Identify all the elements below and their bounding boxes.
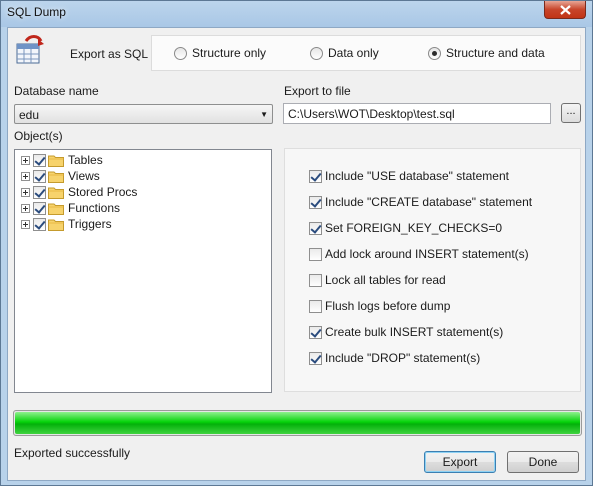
option-label: Add lock around INSERT statement(s): [325, 247, 529, 261]
option-checkbox[interactable]: [309, 169, 322, 183]
radio-data-only[interactable]: Data only: [310, 46, 379, 60]
sql-dump-window: SQL Dump Export as SQL Structure only Da…: [0, 0, 593, 486]
tree-checkbox[interactable]: [33, 185, 46, 199]
tree-item-label: Triggers: [68, 217, 112, 231]
tree-item-views[interactable]: Views: [21, 168, 100, 184]
option-label: Include "USE database" statement: [325, 169, 509, 183]
tree-item-tables[interactable]: Tables: [21, 152, 103, 168]
option-label: Set FOREIGN_KEY_CHECKS=0: [325, 221, 503, 235]
expand-icon[interactable]: [21, 187, 30, 197]
radio-label: Structure and data: [446, 46, 545, 60]
objects-tree[interactable]: Tables Views Stored Procs Functions Trig…: [14, 149, 272, 393]
window-title: SQL Dump: [7, 5, 66, 19]
tree-item-label: Views: [68, 169, 100, 183]
option-add-lock-around-insert[interactable]: Add lock around INSERT statement(s): [309, 247, 529, 261]
radio-label: Structure only: [192, 46, 267, 60]
status-text: Exported successfully: [14, 446, 131, 460]
option-include-drop[interactable]: Include "DROP" statement(s): [309, 351, 480, 365]
radio-indicator-selected: [428, 46, 441, 60]
option-label: Flush logs before dump: [325, 299, 451, 313]
option-checkbox[interactable]: [309, 195, 322, 209]
export-progress-bar: [13, 410, 582, 436]
database-export-icon: [16, 35, 44, 64]
option-label: Include "CREATE database" statement: [325, 195, 533, 209]
export-as-label: Export as SQL: [70, 47, 149, 61]
export-type-radio-group: Structure only Data only Structure and d…: [151, 35, 581, 71]
option-label: Create bulk INSERT statement(s): [325, 325, 504, 339]
tree-checkbox[interactable]: [33, 201, 46, 215]
dialog-body: Export as SQL Structure only Data only S…: [7, 27, 586, 481]
option-checkbox[interactable]: [309, 273, 322, 287]
folder-icon: [48, 203, 64, 215]
option-checkbox[interactable]: [309, 247, 322, 261]
option-bulk-insert[interactable]: Create bulk INSERT statement(s): [309, 325, 503, 339]
close-button[interactable]: [544, 1, 586, 19]
radio-structure-only[interactable]: Structure only: [174, 46, 266, 60]
expand-icon[interactable]: [21, 203, 30, 213]
database-selected-value: edu: [19, 108, 40, 122]
radio-indicator: [174, 46, 187, 60]
option-checkbox[interactable]: [309, 221, 322, 235]
option-checkbox[interactable]: [309, 325, 322, 339]
browse-button[interactable]: ...: [561, 103, 581, 123]
expand-icon[interactable]: [21, 155, 30, 165]
folder-icon: [48, 219, 64, 231]
export-file-path-input[interactable]: C:\Users\WOT\Desktop\test.sql: [283, 103, 551, 124]
radio-structure-and-data[interactable]: Structure and data: [428, 46, 545, 60]
radio-indicator: [310, 46, 323, 60]
option-include-use-database[interactable]: Include "USE database" statement: [309, 169, 509, 183]
done-button[interactable]: Done: [507, 451, 579, 473]
progress-fill: [15, 412, 580, 434]
radio-label: Data only: [328, 46, 379, 60]
folder-icon: [48, 187, 64, 199]
option-lock-all-tables[interactable]: Lock all tables for read: [309, 273, 446, 287]
objects-label: Object(s): [14, 129, 63, 143]
database-select[interactable]: edu ▼: [14, 104, 273, 124]
export-button[interactable]: Export: [424, 451, 496, 473]
expand-icon[interactable]: [21, 171, 30, 181]
option-foreign-key-checks[interactable]: Set FOREIGN_KEY_CHECKS=0: [309, 221, 502, 235]
tree-item-label: Functions: [68, 201, 121, 215]
tree-item-label: Stored Procs: [68, 185, 138, 199]
option-checkbox[interactable]: [309, 299, 322, 313]
option-include-create-database[interactable]: Include "CREATE database" statement: [309, 195, 532, 209]
close-icon: [559, 4, 571, 15]
tree-item-functions[interactable]: Functions: [21, 200, 120, 216]
tree-checkbox[interactable]: [33, 153, 46, 167]
option-label: Include "DROP" statement(s): [325, 351, 481, 365]
tree-item-label: Tables: [68, 153, 103, 167]
export-file-label: Export to file: [284, 84, 351, 98]
dump-options-panel: Include "USE database" statement Include…: [284, 148, 581, 392]
tree-item-triggers[interactable]: Triggers: [21, 216, 112, 232]
export-type-header: Export as SQL Structure only Data only S…: [8, 28, 585, 78]
expand-icon[interactable]: [21, 219, 30, 229]
folder-icon: [48, 171, 64, 183]
title-bar[interactable]: SQL Dump: [1, 1, 592, 25]
option-label: Lock all tables for read: [325, 273, 446, 287]
chevron-down-icon: ▼: [260, 110, 268, 119]
tree-checkbox[interactable]: [33, 217, 46, 231]
folder-icon: [48, 155, 64, 167]
option-checkbox[interactable]: [309, 351, 322, 365]
option-flush-logs[interactable]: Flush logs before dump: [309, 299, 450, 313]
tree-checkbox[interactable]: [33, 169, 46, 183]
tree-item-stored-procs[interactable]: Stored Procs: [21, 184, 137, 200]
database-name-label: Database name: [14, 84, 99, 98]
